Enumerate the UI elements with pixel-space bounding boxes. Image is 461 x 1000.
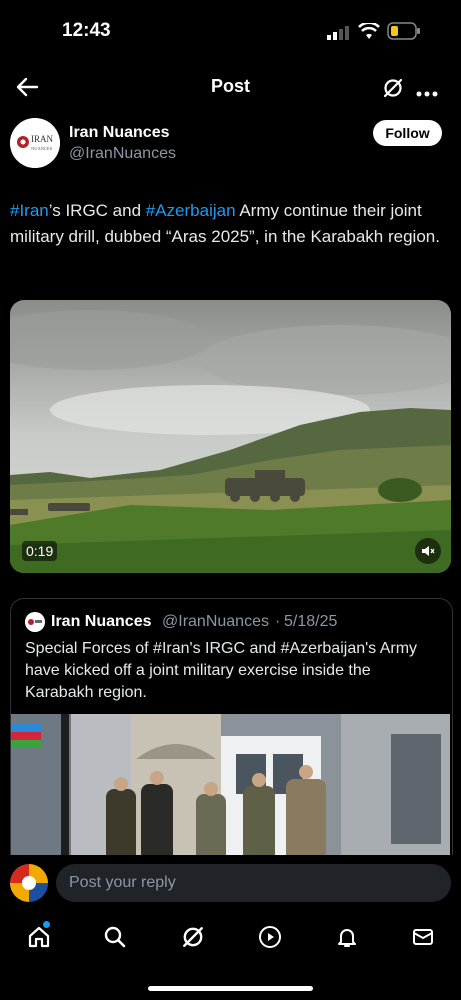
notification-dot bbox=[43, 921, 50, 928]
post-text: #Iran’s IRGC and #Azerbaijan Army contin… bbox=[10, 198, 450, 250]
grok-icon[interactable] bbox=[382, 77, 404, 104]
svg-text:NUANCES: NUANCES bbox=[31, 146, 53, 151]
quoted-media[interactable] bbox=[11, 714, 450, 868]
bell-icon[interactable] bbox=[334, 924, 360, 950]
post-text-part: ’s IRGC and bbox=[48, 201, 146, 220]
home-indicator bbox=[148, 986, 313, 991]
quoted-avatar bbox=[25, 612, 45, 632]
mute-icon[interactable] bbox=[415, 538, 441, 564]
quoted-text: Special Forces of #Iran's IRGC and #Azer… bbox=[25, 640, 418, 701]
video-timestamp: 0:19 bbox=[22, 541, 58, 561]
wifi-icon bbox=[358, 21, 380, 46]
home-icon[interactable] bbox=[26, 924, 52, 950]
separator-dot: · bbox=[275, 613, 281, 630]
follow-button[interactable]: Follow bbox=[373, 120, 442, 146]
mail-icon[interactable] bbox=[410, 924, 436, 950]
video-play-icon[interactable] bbox=[257, 924, 283, 950]
signal-icon bbox=[327, 26, 349, 45]
battery-icon bbox=[387, 22, 421, 45]
avatar[interactable]: IRAN NUANCES bbox=[10, 118, 60, 168]
video-player[interactable] bbox=[10, 300, 451, 573]
more-icon[interactable] bbox=[416, 84, 438, 102]
svg-text:IRAN: IRAN bbox=[31, 134, 53, 144]
quoted-author-name: Iran Nuances bbox=[51, 613, 152, 630]
reply-input[interactable]: Post your reply bbox=[56, 864, 451, 902]
quoted-author-handle: @IranNuances bbox=[162, 613, 269, 630]
user-avatar[interactable] bbox=[10, 864, 48, 902]
search-icon[interactable] bbox=[102, 924, 128, 950]
hashtag-azerbaijan[interactable]: #Azerbaijan bbox=[146, 201, 236, 220]
quoted-date: 5/18/25 bbox=[284, 613, 338, 630]
author-name[interactable]: Iran Nuances bbox=[69, 124, 169, 142]
author-handle[interactable]: @IranNuances bbox=[69, 145, 176, 163]
hashtag-iran[interactable]: #Iran bbox=[10, 201, 49, 220]
grok-icon[interactable] bbox=[180, 924, 206, 950]
status-time: 12:43 bbox=[62, 20, 111, 41]
